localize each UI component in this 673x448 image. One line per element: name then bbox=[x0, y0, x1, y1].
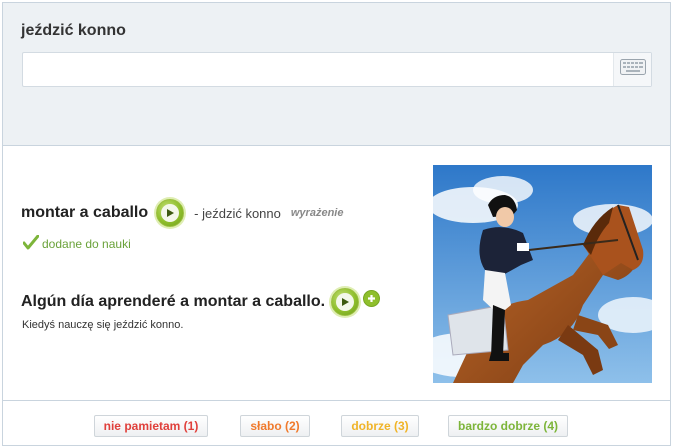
rating-bar: nie pamietam (1) słabo (2) dobrze (3) ba… bbox=[3, 400, 670, 445]
flashcard: jeździć konno montar a caballo - jeździć… bbox=[2, 2, 671, 446]
question-panel: jeździć konno bbox=[3, 3, 670, 146]
play-icon bbox=[336, 293, 355, 311]
word-row: montar a caballo - jeździć konno wyrażen… bbox=[21, 198, 343, 228]
keyboard-button[interactable] bbox=[613, 53, 651, 86]
answer-input[interactable] bbox=[23, 53, 613, 86]
add-sentence-button[interactable] bbox=[363, 289, 381, 307]
rate-weak-button[interactable]: słabo (2) bbox=[240, 415, 310, 437]
play-icon bbox=[161, 204, 180, 222]
added-status: dodane do nauki bbox=[22, 234, 131, 253]
word-image bbox=[433, 165, 652, 383]
sentence-play-button[interactable] bbox=[331, 288, 360, 316]
rate-very-good-button[interactable]: bardzo dobrze (4) bbox=[448, 415, 568, 437]
keyboard-icon bbox=[619, 59, 646, 80]
sentence-row: Algún día aprenderé a montar a caballo. bbox=[21, 288, 381, 316]
sentence-spanish: Algún día aprenderé a montar a caballo. bbox=[21, 293, 326, 310]
word-type-label: wyrażenie bbox=[290, 207, 344, 219]
word-translation: - jeździć konno bbox=[194, 205, 281, 221]
rate-good-button[interactable]: dobrze (3) bbox=[341, 415, 419, 437]
word-play-button[interactable] bbox=[156, 199, 185, 227]
rate-forgot-button[interactable]: nie pamietam (1) bbox=[94, 415, 208, 437]
answer-field bbox=[22, 52, 652, 87]
added-label: dodane do nauki bbox=[42, 237, 131, 251]
checkmark-icon bbox=[22, 234, 40, 253]
word-spanish: montar a caballo bbox=[21, 204, 149, 221]
sentence-translation: Kiedyś nauczę się jeździć konno. bbox=[22, 319, 184, 331]
plus-icon bbox=[368, 294, 376, 302]
question-prompt: jeździć konno bbox=[21, 22, 126, 39]
